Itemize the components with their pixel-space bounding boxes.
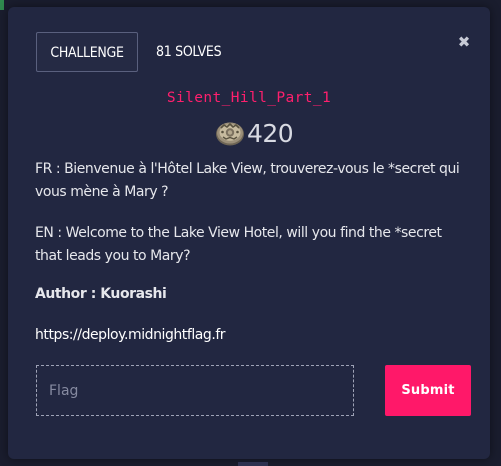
challenge-link[interactable]: https://deploy.midnightflag.fr [35,327,226,343]
tab-challenge[interactable]: CHALLENGE [36,32,138,72]
challenge-modal: CHALLENGE 81 SOLVES ✖ Silent_Hill_Part_1… [8,7,490,459]
background-bottom-tab [238,462,268,466]
flag-input[interactable] [36,365,354,416]
challenge-title: Silent_Hill_Part_1 [166,90,332,106]
coin-icon [216,122,244,146]
tab-solves[interactable]: 81 SOLVES [154,32,223,72]
description-fr: FR : Bienvenue à l'Hôtel Lake View, trou… [35,161,460,200]
description-en: EN : Welcome to the Lake View Hotel, wil… [35,225,442,264]
challenge-points: 420 [214,116,294,150]
challenge-author: Author : Kuorashi [35,286,167,302]
close-icon[interactable]: ✖ [457,35,471,50]
background-edge-accent [0,0,4,10]
points-value: 420 [247,118,294,148]
submit-button[interactable]: Submit [385,365,471,416]
